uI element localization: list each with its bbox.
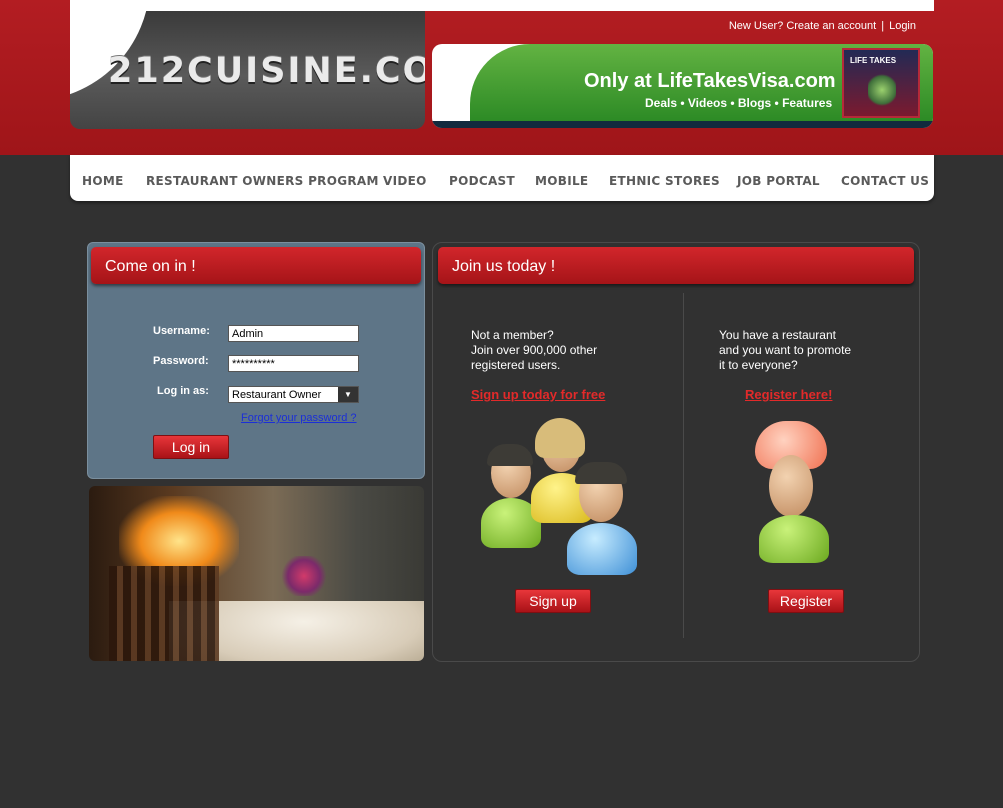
create-account-link[interactable]: New User? Create an account bbox=[729, 20, 876, 32]
login-panel-title: Come on in ! bbox=[91, 247, 421, 284]
login-button[interactable]: Log in bbox=[153, 435, 229, 459]
sign-up-button[interactable]: Sign up bbox=[515, 589, 591, 613]
restaurant-text-line: You have a restaurant bbox=[719, 328, 836, 342]
logo-text: 212CUISINE.COM bbox=[108, 51, 425, 91]
member-text-line: Not a member? bbox=[471, 328, 554, 342]
forgot-password-link[interactable]: Forgot your password ? bbox=[241, 412, 357, 424]
member-text: Not a member? Join over 900,000 other re… bbox=[471, 328, 597, 373]
logo[interactable]: 212CUISINE.COM bbox=[70, 11, 425, 129]
book-cover-text: LIFE TAKES bbox=[850, 56, 897, 65]
nav-mobile[interactable]: MOBILE bbox=[535, 174, 588, 188]
nav-ethnic-stores[interactable]: ETHNIC STORES bbox=[609, 174, 720, 188]
member-text-line: Join over 900,000 other bbox=[471, 343, 598, 357]
book-cover-image: LIFE TAKES bbox=[842, 48, 920, 118]
chair-image bbox=[109, 566, 219, 661]
lifetakesvisa-banner[interactable]: Only at LifeTakesVisa.com Deals • Videos… bbox=[432, 44, 933, 128]
nav-podcast[interactable]: PODCAST bbox=[449, 174, 515, 188]
login-as-value: Restaurant Owner bbox=[232, 389, 322, 401]
login-link[interactable]: Login bbox=[889, 20, 916, 32]
nav-job-portal[interactable]: JOB PORTAL bbox=[737, 174, 820, 188]
restaurant-text-line: and you want to promote bbox=[719, 343, 852, 357]
nav-home[interactable]: HOME bbox=[82, 174, 124, 188]
nav-restaurant-owners-program[interactable]: RESTAURANT OWNERS PROGRAM bbox=[146, 174, 379, 188]
nav-contact-us[interactable]: CONTACT US bbox=[841, 174, 929, 188]
sign-up-link[interactable]: Sign up today for free bbox=[471, 387, 605, 402]
restaurant-photo bbox=[89, 486, 424, 661]
login-as-select[interactable]: Restaurant Owner ▼ bbox=[228, 386, 359, 403]
column-divider bbox=[683, 293, 684, 638]
restaurant-text-line: it to everyone? bbox=[719, 358, 798, 372]
user-links: New User? Create an account | Login bbox=[729, 20, 916, 32]
users-group-icon bbox=[473, 418, 643, 578]
join-panel-title: Join us today ! bbox=[438, 247, 914, 284]
member-text-line: registered users. bbox=[471, 358, 561, 372]
chevron-down-icon[interactable]: ▼ bbox=[338, 387, 358, 402]
chef-icon bbox=[749, 421, 849, 566]
top-strip bbox=[70, 0, 934, 11]
restaurant-text: You have a restaurant and you want to pr… bbox=[719, 328, 851, 373]
link-separator: | bbox=[881, 20, 885, 32]
register-button[interactable]: Register bbox=[768, 589, 844, 613]
username-label: Username: bbox=[153, 325, 210, 337]
join-panel: Join us today ! Not a member? Join over … bbox=[432, 242, 920, 662]
nav-video[interactable]: VIDEO bbox=[383, 174, 427, 188]
header: 212CUISINE.COM New User? Create an accou… bbox=[70, 0, 934, 155]
password-label: Password: bbox=[153, 355, 209, 367]
banner-subtitle: Deals • Videos • Blogs • Features bbox=[645, 96, 833, 110]
banner-title: Only at LifeTakesVisa.com bbox=[584, 70, 836, 92]
password-input[interactable] bbox=[228, 355, 359, 372]
flowers-image bbox=[279, 556, 329, 596]
login-as-label: Log in as: bbox=[157, 385, 209, 397]
username-input[interactable] bbox=[228, 325, 359, 342]
banner-bottom-strip bbox=[432, 121, 933, 128]
login-panel: Come on in ! Username: Password: Log in … bbox=[87, 242, 425, 479]
main-nav: HOME RESTAURANT OWNERS PROGRAM VIDEO POD… bbox=[70, 155, 934, 201]
book-cover-flowers bbox=[868, 72, 896, 108]
register-link[interactable]: Register here! bbox=[745, 387, 832, 402]
